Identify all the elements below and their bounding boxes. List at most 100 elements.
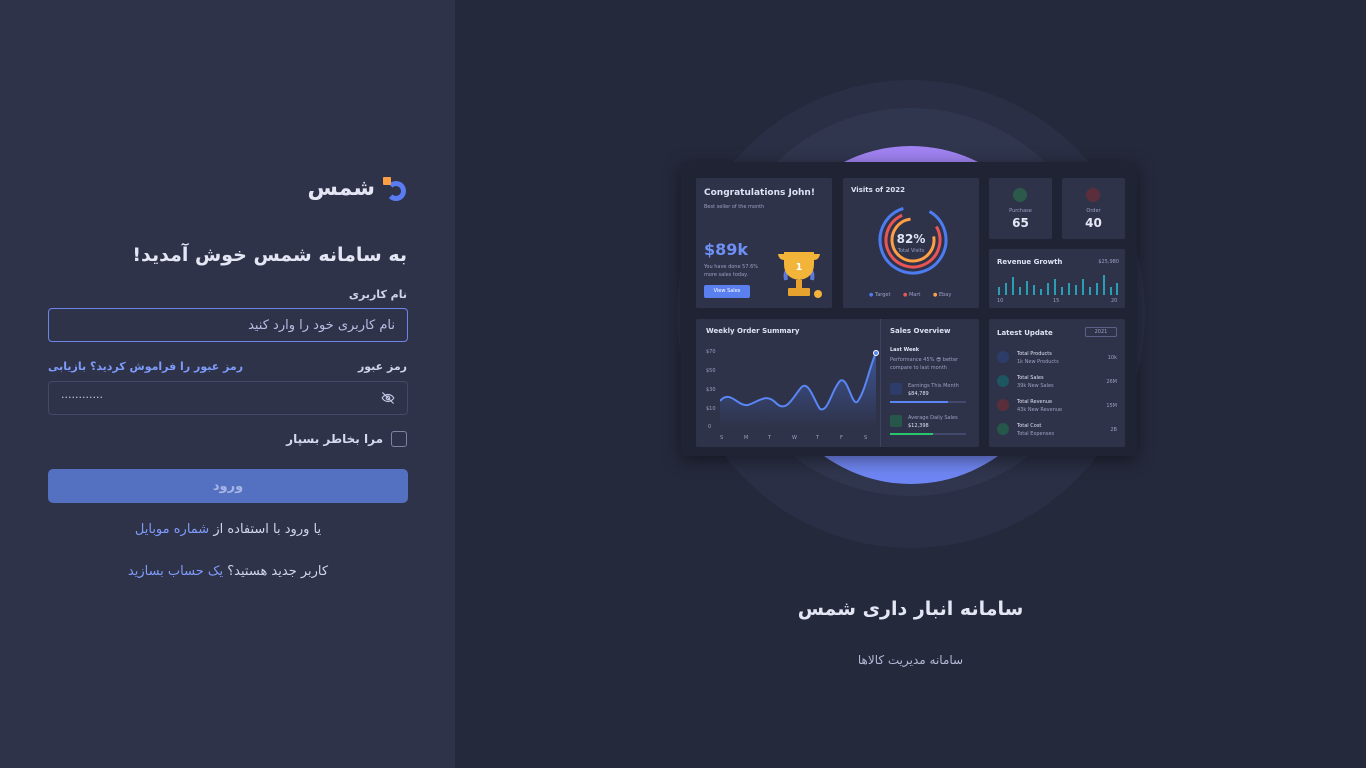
revenue-tick-2: 15 (1053, 298, 1060, 304)
mobile-login-link[interactable]: شماره موبایل (135, 522, 209, 537)
latest-card: Latest Update 2021 Total Products 1k New… (989, 319, 1125, 447)
earn-label: Earnings This Month (908, 383, 959, 389)
signup-prefix: کاربر جدید هستید؟ (223, 564, 329, 579)
order-label: Order (1086, 208, 1101, 214)
latest-row-sub: 39k New Sales (1017, 383, 1054, 389)
latest-title: Latest Update (997, 329, 1053, 337)
weekly-x-f: F (840, 435, 843, 441)
avg-bar-fill (890, 433, 933, 435)
latest-row-title: Total Cost (1017, 423, 1042, 429)
revenue-tick-3: 20 (1111, 298, 1118, 304)
revenue-card: Revenue Growth $25,980 10 15 20 (989, 249, 1125, 308)
earn-bar-track (890, 401, 966, 403)
mobile-login-line: یا ورود با استفاده از شماره موبایل (48, 522, 408, 537)
weekly-x-s2: S (864, 435, 868, 441)
forgot-password-link[interactable]: رمز عبور را فراموش کردید؟ بازیابی (48, 360, 243, 373)
purchase-card: Purchase 65 (989, 178, 1052, 239)
sales-icon (997, 375, 1009, 387)
hero-title: سامانه انبار داری شمس (797, 598, 1024, 620)
signup-link[interactable]: یک حساب بسازید (128, 564, 223, 579)
earn-bar-fill (890, 401, 948, 403)
signup-line: کاربر جدید هستید؟ یک حساب بسازید (48, 564, 408, 579)
latest-row-value: 26M (1106, 379, 1117, 385)
sales-week: Last Week (890, 347, 920, 353)
congrats-desc: You have done 57.6% (704, 264, 759, 270)
weekly-x-t: T (768, 435, 772, 441)
sales-overview-title: Sales Overview (890, 327, 951, 335)
trophy-icon: 1 (778, 252, 822, 298)
login-panel: شمس به سامانه شمس خوش آمدید! نام کاربری … (0, 0, 455, 768)
weekly-x-w: W (792, 435, 797, 441)
username-field[interactable] (48, 308, 408, 342)
hero-section: Congratulations John! Best seller of the… (455, 0, 1366, 768)
sales-perf-2: compare to last month (890, 365, 947, 371)
visits-card: Visits of 2022 82% Total Visits ● Target… (843, 178, 979, 308)
weekly-divider (880, 319, 881, 447)
weekly-x-t2: T (816, 435, 820, 441)
welcome-heading: به سامانه شمس خوش آمدید! (132, 244, 407, 266)
view-sales-button: View Sales (704, 285, 750, 298)
revenue-bars (998, 275, 1118, 295)
username-label: نام کاربری (348, 288, 407, 301)
latest-row-sub: Total Expenses (1017, 431, 1055, 437)
remember-checkbox[interactable] (391, 431, 407, 447)
weekly-line-chart (720, 350, 879, 427)
congrats-amount: $89k (704, 240, 749, 259)
tag-icon (1013, 188, 1027, 202)
legend-ebay: ● Ebay (933, 292, 952, 298)
congrats-desc-2: more sales today. (704, 272, 748, 278)
sales-perf: Performance 45% 😎 better (890, 357, 959, 363)
weekly-y-30: $30 (706, 387, 716, 393)
revenue-value: $25,980 (1098, 259, 1119, 265)
eye-off-icon[interactable] (381, 391, 395, 405)
weekly-x-m: M (744, 435, 749, 441)
latest-year-select: 2021 (1085, 327, 1117, 337)
weekly-y-50: $50 (706, 368, 716, 374)
dollar-icon (890, 415, 902, 427)
order-card: Order 40 (1062, 178, 1125, 239)
congrats-title: Congratulations John! (704, 188, 815, 198)
password-input-value[interactable]: ············ (61, 391, 103, 404)
congrats-card: Congratulations John! Best seller of the… (696, 178, 832, 308)
products-icon (997, 351, 1009, 363)
weekly-y-0: 0 (708, 424, 712, 430)
revenue-title: Revenue Growth (997, 258, 1063, 266)
latest-row-title: Total Sales (1017, 375, 1044, 381)
password-field[interactable]: ············ (48, 381, 408, 415)
remember-me[interactable]: مرا بخاطر بسپار (286, 431, 407, 447)
latest-row-sub: 43k New Revenue (1017, 407, 1063, 413)
cost-icon (997, 423, 1009, 435)
dashboard-illustration: Congratulations John! Best seller of the… (681, 162, 1137, 456)
hero-subtitle: سامانه مدیریت کالاها (857, 653, 964, 667)
legend-mart: ● Mart (903, 292, 921, 298)
weekly-y-10: $10 (706, 406, 716, 412)
latest-row-title: Total Products (1017, 351, 1052, 357)
weekly-x-s: S (720, 435, 724, 441)
password-label: رمز عبور (357, 360, 407, 373)
avg-label: Average Daily Sales (908, 415, 958, 421)
avg-value: $12,398 (908, 423, 929, 429)
trend-icon (890, 383, 902, 395)
login-button[interactable]: ورود (48, 469, 408, 503)
revenue-tick-1: 10 (997, 298, 1004, 304)
weekly-card: Weekly Order Summary $70 $50 $30 $10 0 S… (696, 319, 979, 447)
earn-value: $84,789 (908, 391, 929, 397)
svg-text:1: 1 (796, 262, 803, 273)
cart-icon (1086, 188, 1100, 202)
latest-row-value: 2B (1110, 427, 1117, 433)
congrats-subtitle: Best seller of the month (704, 204, 765, 210)
logo-icon (383, 176, 407, 201)
username-input[interactable] (49, 309, 407, 341)
visits-title: Visits of 2022 (851, 186, 905, 194)
purchase-value: 65 (1012, 216, 1029, 230)
visits-label: Total Visits (897, 248, 925, 254)
latest-row-sub: 1k New Products (1017, 359, 1059, 365)
latest-row-value: 15M (1106, 403, 1117, 409)
weekly-title: Weekly Order Summary (706, 327, 800, 335)
latest-row-title: Total Revenue (1017, 399, 1053, 405)
avg-bar-track (890, 433, 966, 435)
mobile-login-prefix: یا ورود با استفاده از (209, 522, 322, 537)
visits-value: 82% (896, 232, 926, 246)
latest-row-value: 10k (1107, 355, 1117, 361)
weekly-y-70: $70 (706, 349, 716, 355)
